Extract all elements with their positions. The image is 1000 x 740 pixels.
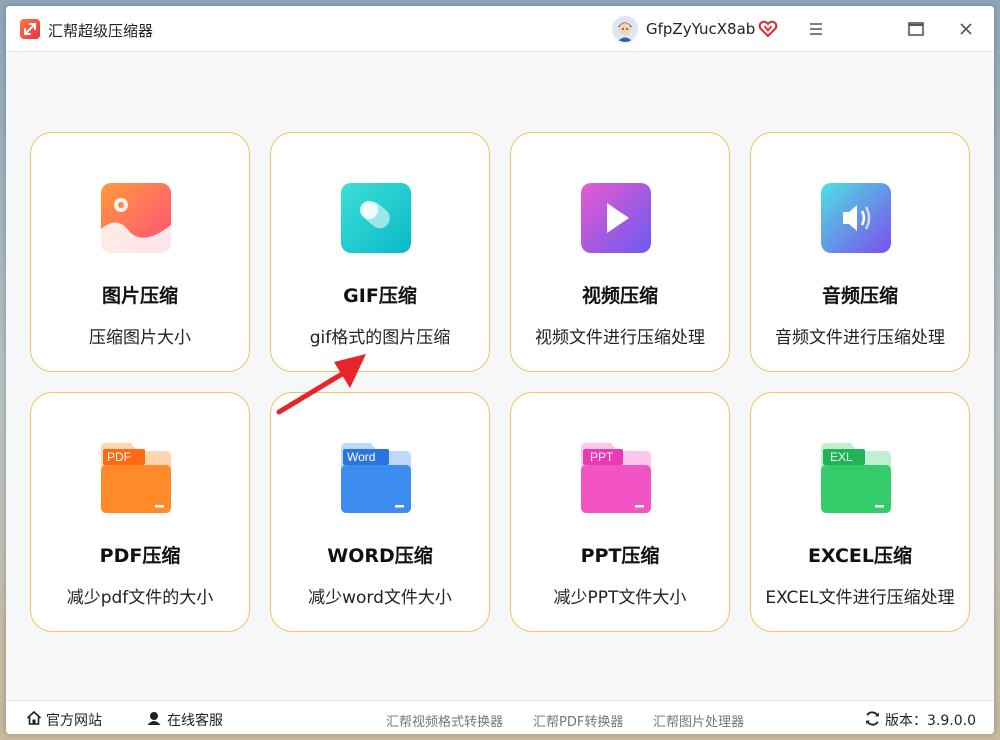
card-gif-compress[interactable]: GIF压缩 gif格式的图片压缩 xyxy=(270,132,490,372)
card-description: 音频文件进行压缩处理 xyxy=(775,328,945,348)
badge-label: PPT xyxy=(590,450,614,464)
link-video-converter[interactable]: 汇帮视频格式转换器 xyxy=(386,711,503,730)
play-icon xyxy=(579,181,653,255)
app-logo-icon xyxy=(20,19,40,39)
website-link[interactable]: 官方网站 xyxy=(46,710,102,730)
card-excel-compress[interactable]: EXL EXCEL压缩 EXCEL文件进行压缩处理 xyxy=(750,392,970,632)
card-ppt-compress[interactable]: PPT PPT压缩 减少PPT文件大小 xyxy=(510,392,730,632)
support-link[interactable]: 在线客服 xyxy=(167,710,223,730)
card-description: 减少word文件大小 xyxy=(308,588,452,608)
card-description: EXCEL文件进行压缩处理 xyxy=(765,588,955,608)
maximize-icon[interactable] xyxy=(905,18,927,40)
app-window: 汇帮超级压缩器 GfpZyYucX8ab 图片压缩 压缩图片大小 GIF压缩 g… xyxy=(6,6,994,734)
excel-folder-icon: EXL xyxy=(819,441,893,515)
card-description: 减少pdf文件的大小 xyxy=(66,588,214,608)
title-bar: 汇帮超级压缩器 GfpZyYucX8ab xyxy=(6,6,994,52)
card-title: GIF压缩 xyxy=(343,285,417,307)
refresh-icon[interactable] xyxy=(864,710,881,731)
badge-label: EXL xyxy=(830,450,853,464)
username[interactable]: GfpZyYucX8ab xyxy=(646,20,755,38)
card-pdf-compress[interactable]: PDF PDF压缩 减少pdf文件的大小 xyxy=(30,392,250,632)
badge-label: Word xyxy=(347,450,376,464)
home-icon[interactable] xyxy=(26,710,42,730)
speaker-icon xyxy=(819,181,893,255)
support-icon[interactable] xyxy=(146,710,162,730)
version-label: 版本：3.9.0.0 xyxy=(885,713,976,729)
card-title: WORD压缩 xyxy=(327,545,433,567)
card-audio-compress[interactable]: 音频压缩 音频文件进行压缩处理 xyxy=(750,132,970,372)
vip-heart-icon[interactable] xyxy=(758,19,778,43)
card-title: EXCEL压缩 xyxy=(808,545,912,567)
link-pdf-converter[interactable]: 汇帮PDF转换器 xyxy=(533,711,623,730)
badge-label: PDF xyxy=(107,450,131,464)
card-description: 减少PPT文件大小 xyxy=(553,588,687,608)
menu-icon[interactable] xyxy=(805,18,827,40)
card-description: 视频文件进行压缩处理 xyxy=(535,328,705,348)
card-title: PPT压缩 xyxy=(580,545,660,567)
card-title: PDF压缩 xyxy=(99,545,181,567)
avatar[interactable] xyxy=(612,16,638,42)
status-bar: 官方网站 在线客服 汇帮视频格式转换器 汇帮PDF转换器 汇帮图片处理器 版本：… xyxy=(6,700,994,734)
word-folder-icon: Word xyxy=(339,441,413,515)
gif-icon xyxy=(339,181,413,255)
link-image-processor[interactable]: 汇帮图片处理器 xyxy=(653,711,744,730)
close-icon[interactable] xyxy=(955,18,977,40)
card-title: 视频压缩 xyxy=(581,285,658,307)
pdf-folder-icon: PDF xyxy=(99,441,173,515)
card-title: 音频压缩 xyxy=(821,285,898,307)
image-icon xyxy=(99,181,173,255)
red-arrow-annotation xyxy=(276,354,366,415)
card-word-compress[interactable]: Word WORD压缩 减少word文件大小 xyxy=(270,392,490,632)
card-video-compress[interactable]: 视频压缩 视频文件进行压缩处理 xyxy=(510,132,730,372)
ppt-folder-icon: PPT xyxy=(579,441,653,515)
app-title: 汇帮超级压缩器 xyxy=(48,22,154,40)
card-image-compress[interactable]: 图片压缩 压缩图片大小 xyxy=(30,132,250,372)
card-title: 图片压缩 xyxy=(101,285,178,307)
card-description: 压缩图片大小 xyxy=(89,328,191,348)
